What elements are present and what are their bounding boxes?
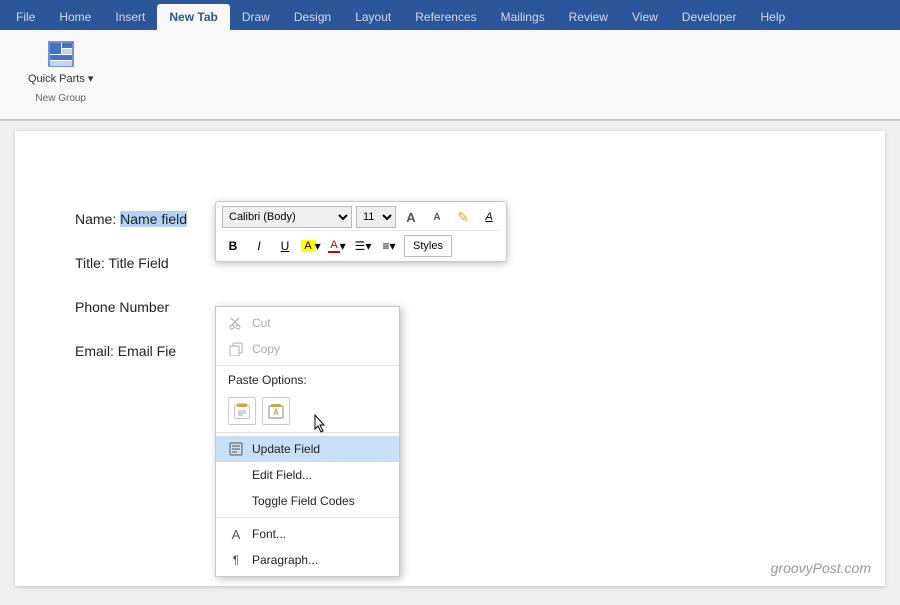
tab-new-tab[interactable]: New Tab — [157, 4, 229, 30]
size-select[interactable]: 11 — [356, 206, 396, 228]
cut-label: Cut — [252, 316, 271, 330]
tab-developer[interactable]: Developer — [670, 4, 749, 30]
watermark: groovyPost.com — [771, 560, 871, 576]
quick-parts-button[interactable]: Quick Parts ▾ — [20, 34, 101, 89]
email-label: Email: Email Fie — [75, 343, 176, 359]
format-painter-button[interactable]: ✎ — [452, 206, 474, 228]
name-field: Name field — [120, 211, 187, 227]
edit-field-menu-item[interactable]: Edit Field... — [216, 462, 399, 488]
paste-special-button[interactable]: A — [262, 397, 290, 425]
doc-content: Name: Name field Title: Title Field Phon… — [15, 131, 885, 417]
shrink-font-button[interactable]: A — [426, 206, 448, 228]
copy-label: Copy — [252, 342, 280, 356]
copy-icon — [228, 341, 244, 357]
font-select[interactable]: Calibri (Body) — [222, 206, 352, 228]
tab-review[interactable]: Review — [557, 4, 620, 30]
context-menu: Cut Copy Paste Options: — [215, 306, 400, 577]
ribbon: Quick Parts ▾ New Group — [0, 30, 900, 121]
separator-1 — [216, 365, 399, 366]
paragraph-menu-item[interactable]: ¶ Paragraph... — [216, 547, 399, 573]
bullets-button[interactable]: ☰▾ — [352, 235, 374, 257]
styles-button[interactable]: Styles — [404, 235, 452, 257]
paragraph-icon: ¶ — [228, 552, 244, 568]
separator-2 — [216, 432, 399, 433]
paste-button[interactable] — [228, 397, 256, 425]
toggle-field-codes-menu-item[interactable]: Toggle Field Codes — [216, 488, 399, 514]
update-field-icon — [228, 441, 244, 457]
tab-bar: File Home Insert New Tab Draw Design Lay… — [0, 0, 900, 30]
edit-field-label: Edit Field... — [252, 468, 312, 482]
font-color-button[interactable]: A▾ — [326, 235, 348, 257]
separator-3 — [216, 517, 399, 518]
paste-options-label: Paste Options: — [228, 373, 307, 387]
phone-label: Phone Number — [75, 299, 169, 315]
tab-design[interactable]: Design — [282, 4, 343, 30]
numbering-button[interactable]: ≡▾ — [378, 235, 400, 257]
svg-text:A: A — [273, 408, 279, 417]
tab-file[interactable]: File — [4, 4, 47, 30]
title-label: Title: — [75, 255, 108, 271]
new-group-label: New Group — [35, 93, 86, 104]
highlight-button[interactable]: A▾ — [300, 235, 322, 257]
toggle-codes-label: Toggle Field Codes — [252, 494, 355, 508]
cut-menu-item[interactable]: Cut — [216, 310, 399, 336]
font-menu-item[interactable]: A Font... — [216, 521, 399, 547]
toolbar-row1: Calibri (Body) 11 A A ✎ A — [222, 206, 500, 228]
underline-button[interactable]: U — [274, 235, 296, 257]
tab-draw[interactable]: Draw — [230, 4, 282, 30]
bold-button[interactable]: B — [222, 235, 244, 257]
doc-line-email: Email: Email Fie — [75, 343, 825, 359]
grow-font-button[interactable]: A — [400, 206, 422, 228]
name-label: Name: — [75, 211, 120, 227]
tab-help[interactable]: Help — [748, 4, 797, 30]
font-label: Font... — [252, 527, 286, 541]
tab-insert[interactable]: Insert — [103, 4, 157, 30]
paragraph-label: Paragraph... — [252, 553, 318, 567]
italic-button[interactable]: I — [248, 235, 270, 257]
tab-home[interactable]: Home — [47, 4, 103, 30]
float-toolbar: Calibri (Body) 11 A A ✎ A B I U A▾ A▾ ☰▾… — [215, 201, 507, 262]
toolbar-row2: B I U A▾ A▾ ☰▾ ≡▾ Styles — [222, 230, 500, 257]
mouse-cursor — [313, 413, 325, 431]
copy-menu-item[interactable]: Copy — [216, 336, 399, 362]
tab-references[interactable]: References — [403, 4, 488, 30]
quick-parts-group: Quick Parts ▾ New Group — [8, 34, 113, 104]
toggle-codes-icon — [228, 493, 244, 509]
document-area: Name: Name field Title: Title Field Phon… — [15, 131, 885, 586]
tab-mailings[interactable]: Mailings — [489, 4, 557, 30]
paste-options-row: Paste Options: — [216, 369, 399, 391]
clear-format-button[interactable]: A — [478, 206, 500, 228]
quick-parts-icon — [45, 38, 77, 70]
cut-icon — [228, 315, 244, 331]
quick-parts-label: Quick Parts ▾ — [28, 72, 93, 85]
paste-icons: A — [228, 397, 290, 425]
paste-icons-row: A — [216, 391, 399, 429]
font-icon: A — [228, 526, 244, 542]
update-field-menu-item[interactable]: Update Field — [216, 436, 399, 462]
tab-view[interactable]: View — [620, 4, 670, 30]
doc-line-phone: Phone Number — [75, 299, 825, 315]
update-field-label: Update Field — [252, 442, 320, 456]
title-field: Title Field — [108, 255, 168, 271]
ribbon-content: Quick Parts ▾ New Group — [0, 30, 900, 120]
edit-field-icon — [228, 467, 244, 483]
tab-layout[interactable]: Layout — [343, 4, 403, 30]
